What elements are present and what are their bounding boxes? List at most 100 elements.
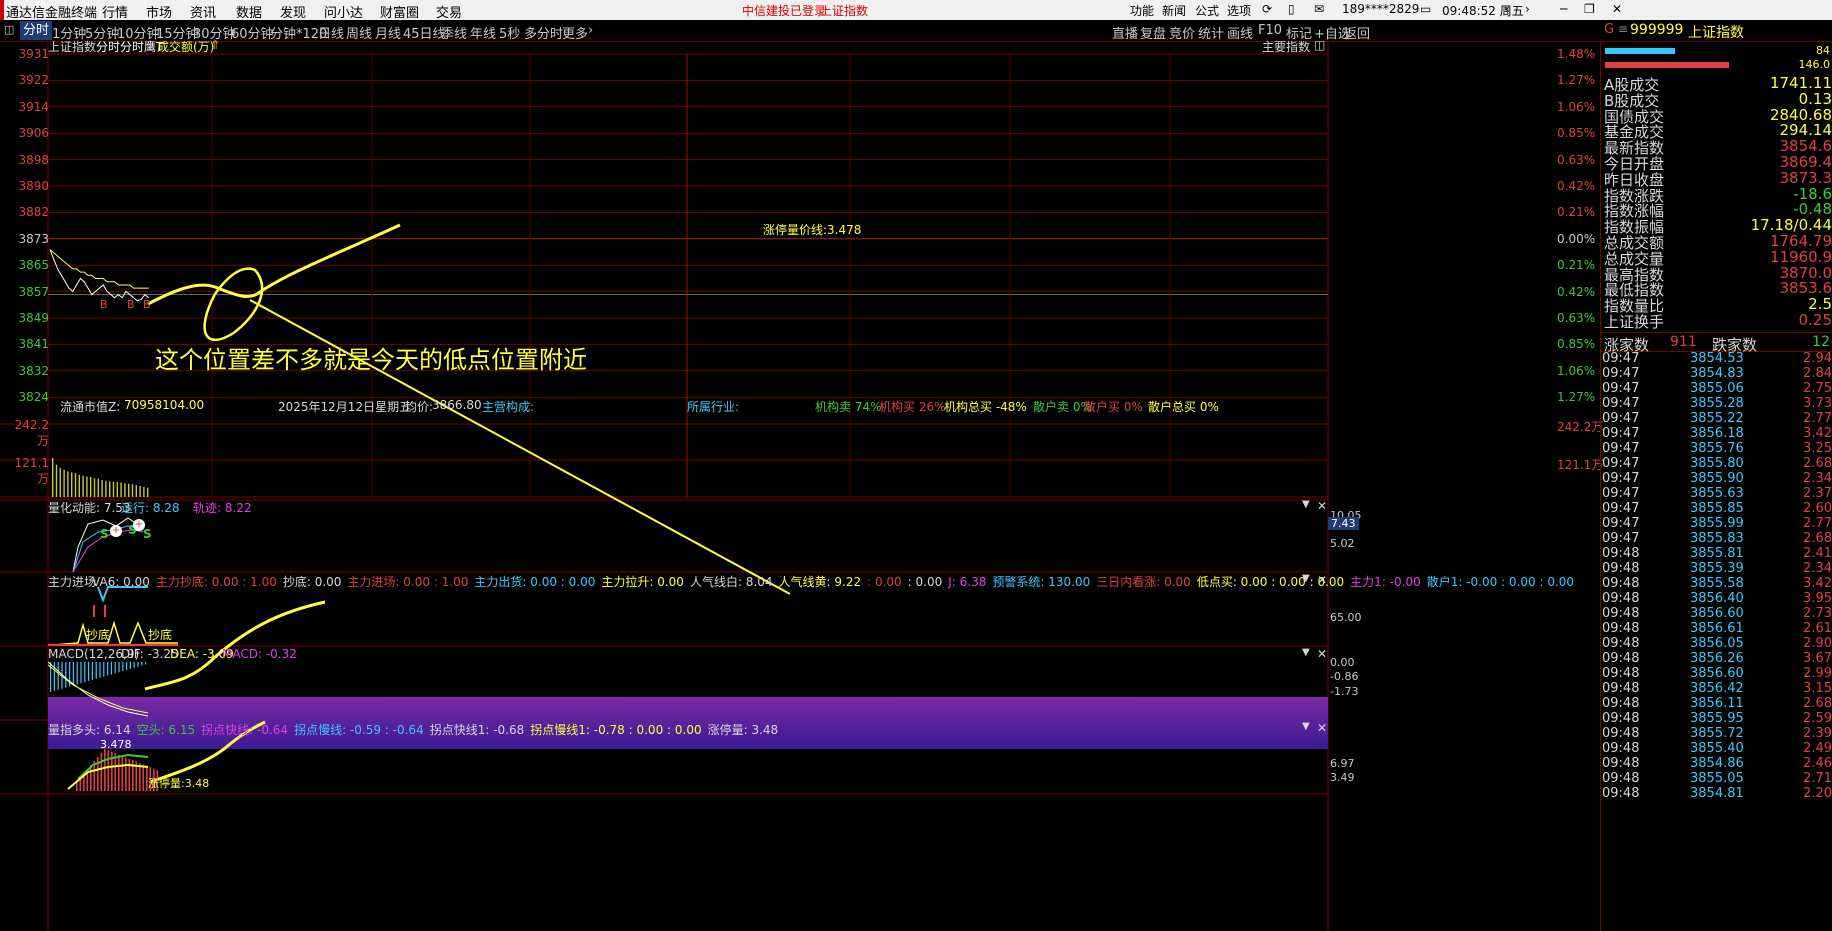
sell-marker: S (143, 527, 152, 541)
tick-price: 3855.05 (1690, 771, 1744, 786)
tab-more[interactable]: 更多 (562, 23, 588, 42)
back-nav-icon[interactable]: ‹ (1505, 2, 1510, 16)
panel4-dropdown-icon[interactable]: ▼ (1302, 721, 1310, 732)
pct-tick-label: 1.27% (1557, 73, 1596, 88)
panel4-values: 多头: 6.14 空头: 6.15 拐点快线: -0.64 拐点慢线: -0.59 :… (72, 721, 784, 738)
volume-bar (147, 487, 149, 497)
btn-draw[interactable]: 画线 (1227, 23, 1253, 42)
panel1-close-icon[interactable]: ✕ (1317, 499, 1327, 513)
tick-price: 3854.86 (1690, 756, 1744, 771)
up-arrow-icon[interactable]: ⇑ (210, 38, 220, 52)
volume-bar (59, 468, 61, 497)
menu-discover[interactable]: 发现 (280, 2, 306, 21)
tab-monthly[interactable]: 月线 (375, 23, 401, 42)
macd-bar (65, 662, 67, 688)
pct-tick-label: 1.06% (1557, 363, 1596, 378)
tick-price: 3855.63 (1690, 486, 1744, 501)
volume-bar (93, 478, 96, 497)
tick-price: 3856.40 (1690, 591, 1744, 606)
tick-price: 3856.60 (1690, 666, 1744, 681)
tab-5sec[interactable]: 5秒 (499, 23, 520, 42)
mail-icon[interactable]: ✉ (1314, 2, 1324, 16)
panel2-value: 主力1: -0.00 (1350, 575, 1421, 589)
menu-formula[interactable]: 公式 (1195, 2, 1219, 19)
chart-vgrid (211, 54, 1171, 497)
period-tab-bar: ◫ 分时 1分钟 5分钟 10分钟 15分钟 30分钟 60分钟 分钟*120 … (0, 20, 1600, 42)
macd-value: MACD: -0.32 (222, 647, 297, 661)
menu-function[interactable]: 功能 (1130, 2, 1154, 19)
btn-review[interactable]: 复盘 (1140, 23, 1166, 42)
volume-bar (74, 473, 77, 497)
tick-time: 09:47 (1602, 396, 1640, 411)
panel4-close-icon[interactable]: ✕ (1317, 721, 1327, 735)
btn-f10[interactable]: F10 (1258, 23, 1282, 38)
tick-price: 3855.58 (1690, 576, 1744, 591)
btn-live[interactable]: 直播 (1112, 23, 1138, 42)
menu-data[interactable]: 数据 (236, 2, 262, 21)
tick-time: 09:48 (1602, 576, 1640, 591)
menu-market[interactable]: 行情 (102, 2, 128, 21)
tick-volume: 2.68 (1803, 531, 1832, 546)
sell-marker: S (100, 527, 109, 541)
mode-turnover[interactable]: 成交额(万) (157, 38, 214, 55)
vol-indicator-bar (107, 750, 110, 791)
panel4-name[interactable]: 量指 (48, 721, 72, 738)
panel2-value: J: 6.38 (948, 575, 987, 589)
tick-time: 09:47 (1602, 426, 1640, 441)
tab-yearly[interactable]: 年线 (470, 23, 496, 42)
menu-newsroom[interactable]: 新闻 (1162, 2, 1186, 19)
minimize-icon[interactable]: ─ (1560, 2, 1567, 16)
tick-volume: 2.68 (1803, 456, 1832, 471)
panel-toggle-icon[interactable]: ◫ (1314, 38, 1325, 52)
tab-quarterly[interactable]: 季线 (441, 23, 467, 42)
menu-wealth[interactable]: 财富圈 (380, 2, 419, 21)
forward-nav-icon[interactable]: › (1525, 2, 1530, 16)
tick-volume: 2.68 (1803, 696, 1832, 711)
main-index-label[interactable]: 主要指数 (1262, 38, 1310, 55)
panel3-close-icon[interactable]: ✕ (1317, 647, 1327, 661)
maximize-icon[interactable]: ❐ (1584, 2, 1595, 16)
panel1-dropdown-icon[interactable]: ▼ (1302, 499, 1310, 510)
refresh-icon[interactable]: ⟳ (1262, 2, 1272, 16)
account-id[interactable]: 189****2829 (1342, 2, 1419, 16)
tab-45day[interactable]: 45日线 (403, 23, 446, 42)
tab-weekly[interactable]: 周线 (346, 23, 372, 42)
macd-bar (110, 662, 112, 675)
tab-60min[interactable]: 60分钟 (231, 23, 274, 42)
tick-price: 3855.40 (1690, 741, 1744, 756)
mcap-value: 70958104.00 (124, 398, 205, 412)
stat-label: 上证换手 (1604, 313, 1665, 331)
tab-multi-intraday[interactable]: 多分时 (524, 23, 563, 42)
tick-row: 09:48 3854.81 2.20 (1602, 786, 1832, 804)
y-tick-label: 3824 (18, 390, 49, 405)
panel2-tag: 抄底 (86, 628, 111, 642)
menu-news[interactable]: 资讯 (190, 2, 216, 21)
tick-price: 3856.42 (1690, 681, 1744, 696)
close-window-icon[interactable]: ✕ (1612, 2, 1622, 16)
tick-volume: 2.73 (1803, 606, 1832, 621)
panel1-track: 轨迹: 8.22 (193, 501, 252, 515)
panel2-dropdown-icon[interactable]: ▼ (1302, 573, 1310, 584)
layout-icon[interactable]: ◫ (4, 23, 14, 36)
chevron-right-icon[interactable]: › (588, 23, 593, 38)
mode-intraday[interactable]: 分时 (96, 38, 120, 55)
menu-icon[interactable]: ≡ (1618, 22, 1628, 36)
macd-bar (137, 662, 139, 667)
btn-stats[interactable]: 统计 (1198, 23, 1224, 42)
peak-label: 3.478 (100, 738, 132, 751)
menu-trade[interactable]: 交易 (436, 2, 462, 21)
btn-back[interactable]: 返回 (1344, 23, 1370, 42)
menu-board[interactable]: 市场 (146, 2, 172, 21)
volume-bar (52, 457, 54, 497)
panel3-dropdown-icon[interactable]: ▼ (1302, 647, 1310, 658)
panel2-close-icon[interactable]: ✕ (1317, 573, 1327, 587)
quote-name: 上证指数 (1688, 25, 1744, 41)
btn-auction[interactable]: 竞价 (1169, 23, 1195, 42)
phone-icon[interactable]: ▯ (1288, 2, 1295, 16)
menu-ask[interactable]: 问小达 (324, 2, 363, 21)
menu-options[interactable]: 选项 (1227, 2, 1251, 19)
tab-daily[interactable]: 日线 (318, 23, 344, 42)
advance-decline-row: 涨家数 911 跌家数 12 (1600, 332, 1832, 354)
tick-volume: 3.42 (1803, 426, 1832, 441)
message-icon[interactable]: ▭ (1420, 2, 1431, 16)
